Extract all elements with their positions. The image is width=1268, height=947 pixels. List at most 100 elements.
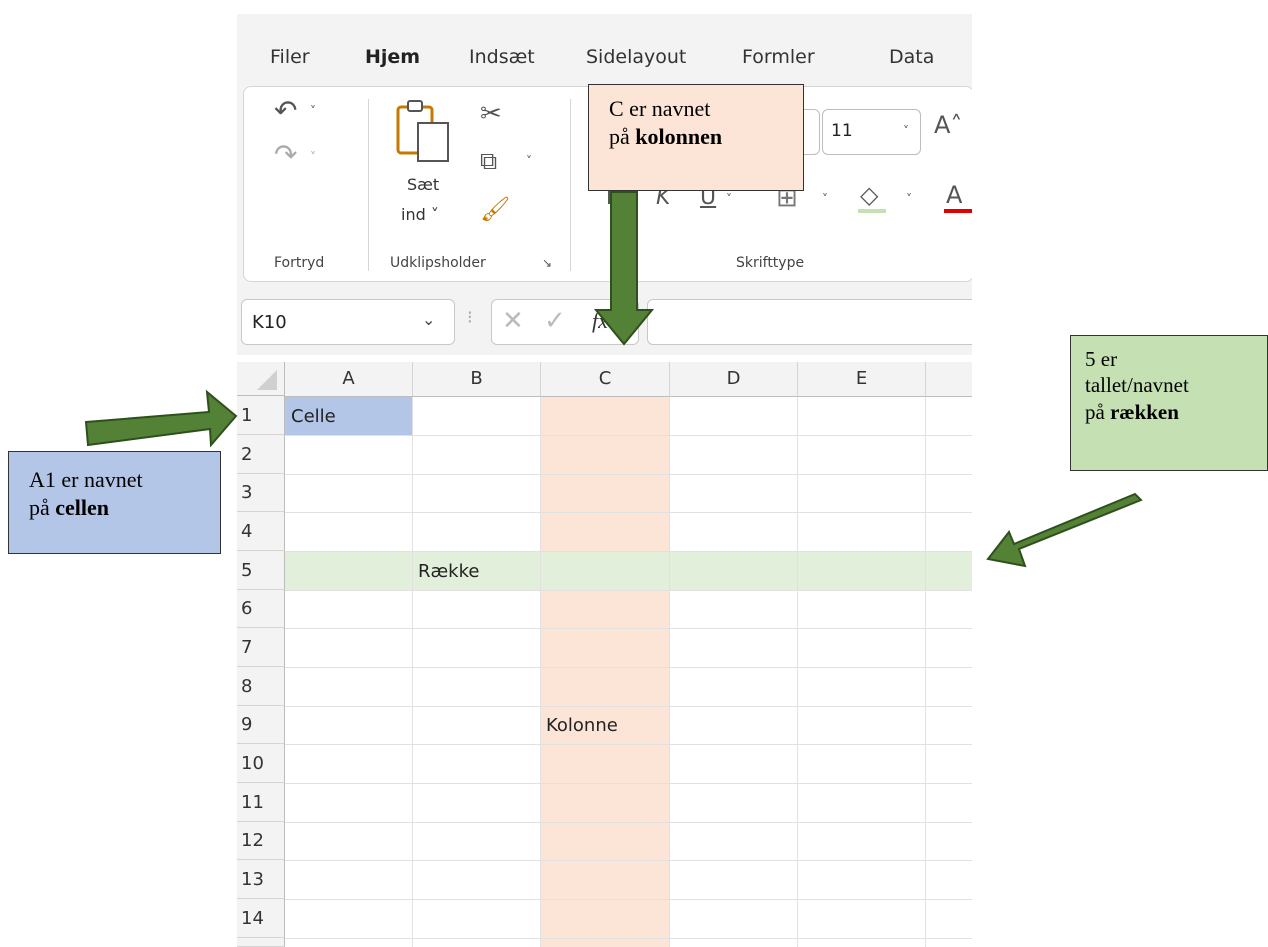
- arrow-right-icon: [84, 389, 238, 448]
- underline-dropdown-icon[interactable]: ˅: [726, 193, 732, 205]
- paste-icon[interactable]: [394, 97, 454, 169]
- row-callout-line3: på: [1085, 399, 1111, 424]
- grid-line: [285, 706, 972, 707]
- group-label-undo: Fortryd: [274, 255, 325, 271]
- cell-c9[interactable]: Kolonne: [546, 715, 618, 736]
- insert-function-icon[interactable]: fx: [592, 308, 608, 334]
- font-size-box[interactable]: 11 ˅: [822, 109, 921, 155]
- cut-icon[interactable]: ✂: [480, 101, 502, 127]
- row-header[interactable]: 1: [237, 396, 285, 435]
- grid-line: [412, 396, 413, 947]
- tab-data[interactable]: Data: [889, 46, 934, 68]
- row-header[interactable]: 4: [237, 512, 285, 551]
- undo-dropdown-icon[interactable]: ˅: [310, 105, 316, 117]
- formula-buttons: ✕ ✓ fx: [491, 299, 639, 345]
- clipboard-launcher-icon[interactable]: ↘: [542, 257, 552, 269]
- grid-line: [285, 628, 972, 629]
- row-header[interactable]: 13: [237, 860, 285, 899]
- column-header-f[interactable]: [926, 362, 972, 397]
- row-header[interactable]: 7: [237, 628, 285, 667]
- row-header[interactable]: 2: [237, 435, 285, 474]
- fill-color-swatch: [858, 209, 886, 213]
- undo-icon[interactable]: ↶: [274, 97, 297, 125]
- tab-indsaet[interactable]: Indsæt: [469, 46, 535, 68]
- row-callout-bold: rækken: [1110, 399, 1179, 424]
- more-options-icon[interactable]: ⁝: [467, 307, 473, 328]
- tab-hjem[interactable]: Hjem: [365, 46, 420, 68]
- row-header[interactable]: 5: [237, 551, 285, 590]
- column-header-d[interactable]: D: [670, 362, 798, 397]
- row-header[interactable]: [237, 938, 285, 947]
- column-header-e[interactable]: E: [798, 362, 926, 397]
- grid-line: [540, 396, 541, 947]
- grid-line: [285, 938, 972, 939]
- cell-b5[interactable]: Række: [418, 561, 479, 582]
- font-color-swatch: [944, 209, 972, 213]
- name-box-dropdown-icon[interactable]: ⌄: [422, 310, 435, 329]
- cell-callout-bold: cellen: [55, 494, 110, 520]
- row-callout: 5 er tallet/navnet på rækken: [1070, 335, 1268, 471]
- grid-line: [285, 783, 972, 784]
- row-header[interactable]: 14: [237, 899, 285, 938]
- column-header-b[interactable]: B: [413, 362, 541, 397]
- arrow-left-icon: [986, 492, 1143, 568]
- grid-line: [285, 512, 972, 513]
- select-all-corner[interactable]: [237, 362, 285, 396]
- column-callout-bold: kolonnen: [635, 123, 723, 149]
- row-header[interactable]: 11: [237, 783, 285, 822]
- copy-icon[interactable]: ⧉: [480, 149, 497, 173]
- row-header[interactable]: 3: [237, 474, 285, 512]
- cell-a1[interactable]: Celle: [291, 406, 336, 427]
- copy-dropdown-icon[interactable]: ˅: [526, 155, 532, 167]
- grid-line: [285, 474, 972, 475]
- column-callout-line1: C er navnet: [609, 96, 711, 121]
- name-box[interactable]: K10 ⌄: [241, 299, 455, 345]
- row-header[interactable]: 8: [237, 667, 285, 706]
- borders-dropdown-icon[interactable]: ˅: [822, 193, 828, 205]
- fill-color-dropdown-icon[interactable]: ˅: [906, 193, 912, 205]
- column-header-c[interactable]: C: [541, 362, 670, 397]
- formula-bar: K10 ⌄ ⁝ ✕ ✓ fx: [237, 285, 972, 355]
- tab-sidelayout[interactable]: Sidelayout: [586, 46, 686, 68]
- grid-line: [285, 667, 972, 668]
- grid-line: [285, 860, 972, 861]
- paste-dropdown-label[interactable]: ind ˅: [401, 205, 439, 224]
- grid-line: [925, 396, 926, 947]
- tab-formler[interactable]: Formler: [742, 46, 815, 68]
- grid-line: [669, 396, 670, 947]
- enter-icon[interactable]: ✓: [544, 306, 566, 336]
- column-callout-line2: på: [609, 123, 636, 149]
- cell-callout-line2: på: [29, 494, 56, 520]
- grow-font-icon[interactable]: A˄: [934, 113, 962, 137]
- worksheet-grid: A B C D E 1 2 3 4 5 6 7 8 9 10 11 12 13 …: [237, 362, 972, 947]
- row-callout-line2: tallet/navnet: [1085, 373, 1189, 398]
- group-label-clipboard: Udklipsholder: [390, 255, 486, 271]
- group-separator: [570, 99, 571, 271]
- row-header[interactable]: 10: [237, 744, 285, 783]
- redo-dropdown-icon[interactable]: ˅: [310, 151, 316, 163]
- grid-line: [285, 435, 972, 436]
- tab-filer[interactable]: Filer: [270, 46, 310, 68]
- grid-line: [285, 590, 972, 591]
- row-header[interactable]: 9: [237, 706, 285, 744]
- cancel-icon[interactable]: ✕: [502, 306, 524, 336]
- format-painter-icon[interactable]: 🖌: [480, 197, 510, 221]
- grid-line: [285, 744, 972, 745]
- grid-line: [285, 551, 972, 552]
- column-c-highlight: [540, 396, 669, 947]
- redo-icon[interactable]: ↷: [274, 141, 297, 169]
- chevron-down-icon: ˅: [903, 124, 909, 138]
- cell-callout: A1 er navnet på cellen: [8, 451, 221, 554]
- row-5-highlight: [285, 551, 972, 590]
- row-callout-line1: 5 er: [1085, 347, 1118, 371]
- column-header-a[interactable]: A: [285, 362, 413, 397]
- font-color-icon[interactable]: A: [946, 183, 962, 207]
- paste-label[interactable]: Sæt: [407, 175, 439, 194]
- formula-input[interactable]: [647, 299, 972, 345]
- fill-color-icon[interactable]: ◇: [860, 183, 878, 207]
- group-label-font: Skrifttype: [736, 255, 805, 271]
- row-header[interactable]: 12: [237, 822, 285, 860]
- grid-line: [797, 396, 798, 947]
- row-header[interactable]: 6: [237, 590, 285, 628]
- group-separator: [368, 99, 369, 271]
